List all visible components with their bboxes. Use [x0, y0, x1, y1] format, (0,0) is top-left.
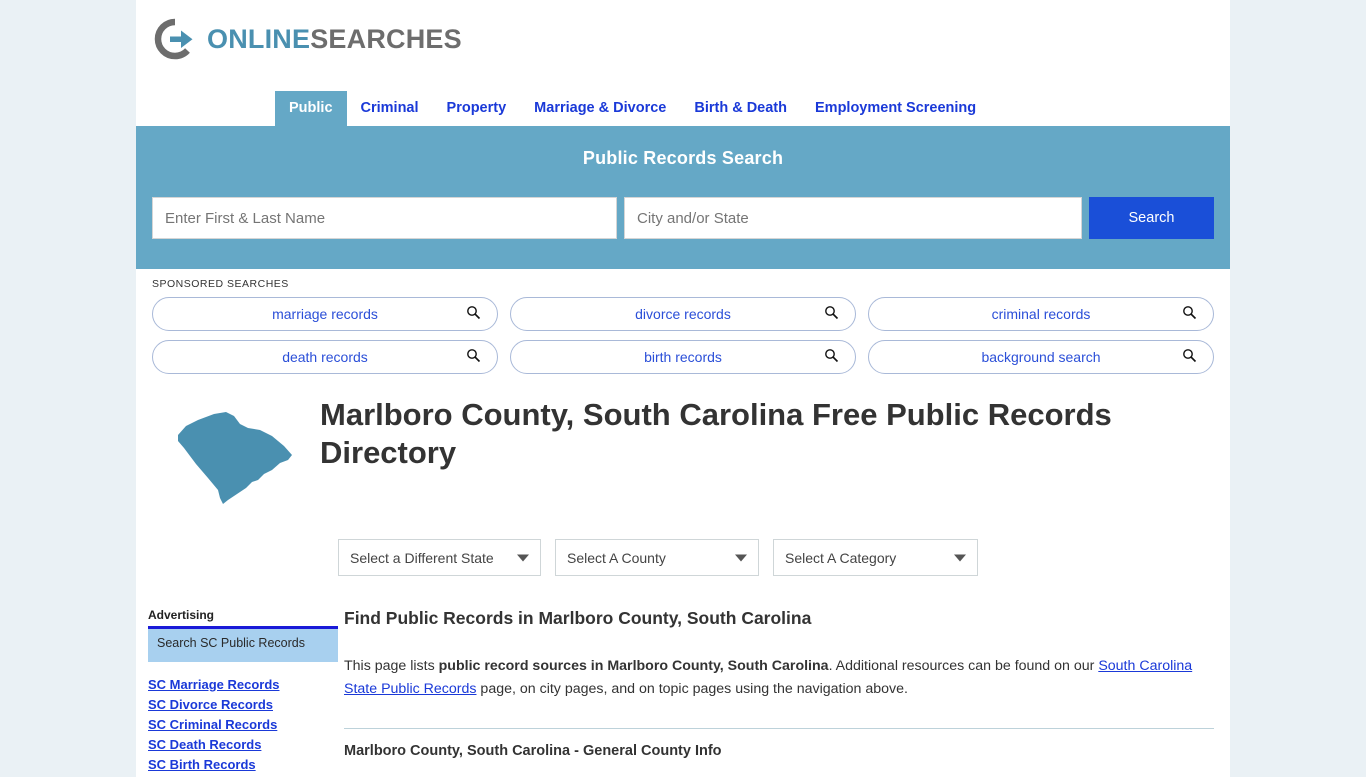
sponsored-searches-section: SPONSORED SEARCHES marriage records divo… — [136, 269, 1230, 380]
sponsored-pill-label: background search — [981, 349, 1101, 365]
intro-paragraph: This page lists public record sources in… — [344, 655, 1214, 700]
filter-controls: Select a Different State Select A County… — [136, 513, 1230, 576]
sponsored-pill-criminal-records[interactable]: criminal records — [868, 297, 1214, 331]
tab-property[interactable]: Property — [433, 91, 521, 127]
state-select[interactable]: Select a Different State — [338, 539, 541, 576]
sidebar-link-sc-birth-records[interactable]: SC Birth Records — [148, 757, 338, 772]
search-icon — [466, 305, 481, 323]
tab-marriage-divorce[interactable]: Marriage & Divorce — [520, 91, 680, 127]
county-select[interactable]: Select A County — [555, 539, 759, 576]
south-carolina-map-icon — [168, 396, 298, 513]
sidebar-links: SC Marriage Records SC Divorce Records S… — [148, 677, 338, 772]
page-title: Marlboro County, South Carolina Free Pub… — [320, 397, 1112, 470]
county-select-label: Select A County — [567, 549, 666, 566]
sidebar-link-sc-death-records[interactable]: SC Death Records — [148, 737, 338, 752]
chevron-down-icon — [954, 554, 966, 561]
name-search-input[interactable] — [152, 197, 617, 239]
sidebar-link-sc-criminal-records[interactable]: SC Criminal Records — [148, 717, 338, 732]
general-county-info-heading: Marlboro County, South Carolina - Genera… — [344, 743, 722, 760]
chevron-down-icon — [735, 554, 747, 561]
content-divider — [344, 728, 1214, 730]
sponsored-searches-grid: marriage records divorce records crimina… — [152, 297, 1214, 374]
logo-wordmark: ONLINESEARCHES — [207, 23, 462, 54]
chevron-down-icon — [517, 554, 529, 561]
search-icon — [1182, 348, 1197, 366]
state-select-label: Select a Different State — [350, 549, 494, 566]
section-heading: Find Public Records in Marlboro County, … — [344, 608, 812, 628]
sponsored-pill-label: marriage records — [272, 306, 378, 322]
sponsored-pill-death-records[interactable]: death records — [152, 340, 498, 374]
sponsored-pill-divorce-records[interactable]: divorce records — [510, 297, 856, 331]
sponsored-pill-label: birth records — [644, 349, 722, 365]
sponsored-pill-marriage-records[interactable]: marriage records — [152, 297, 498, 331]
paragraph-bold-phrase: public record sources in Marlboro County… — [438, 658, 829, 674]
page-container: ONLINESEARCHES Public Criminal Property … — [136, 0, 1230, 777]
tab-criminal[interactable]: Criminal — [347, 91, 433, 127]
paragraph-text-1: This page lists — [344, 658, 439, 674]
sponsored-pill-label: death records — [282, 349, 368, 365]
category-select[interactable]: Select A Category — [773, 539, 978, 576]
sidebar: Advertising Search SC Public Records SC … — [136, 608, 338, 777]
sponsored-pill-label: criminal records — [991, 306, 1091, 322]
tab-public[interactable]: Public — [275, 90, 347, 126]
sponsored-pill-background-search[interactable]: background search — [868, 340, 1214, 374]
paragraph-text-2: . Additional resources can be found on o… — [828, 658, 1099, 674]
sidebar-link-sc-marriage-records[interactable]: SC Marriage Records — [148, 677, 338, 692]
tab-employment-screening[interactable]: Employment Screening — [801, 91, 990, 127]
category-select-label: Select A Category — [785, 549, 897, 566]
advertising-label: Advertising — [148, 608, 215, 622]
site-logo[interactable]: ONLINESEARCHES — [152, 16, 462, 62]
search-icon — [824, 305, 839, 323]
search-form: Search — [152, 197, 1214, 239]
main-content: Find Public Records in Marlboro County, … — [338, 608, 1214, 777]
sponsored-pill-label: divorce records — [635, 306, 731, 322]
main-navigation: Public Criminal Property Marriage & Divo… — [136, 80, 1230, 126]
search-icon — [1182, 305, 1197, 323]
search-icon — [824, 348, 839, 366]
public-records-search-banner: Public Records Search Search — [136, 126, 1230, 269]
search-banner-title: Public Records Search — [582, 148, 784, 168]
location-search-input[interactable] — [624, 197, 1082, 239]
page-hero: Marlboro County, South Carolina Free Pub… — [136, 380, 1230, 513]
sidebar-ad-box[interactable]: Search SC Public Records — [148, 626, 338, 662]
content-columns: Advertising Search SC Public Records SC … — [136, 576, 1230, 777]
logo-word-online: ONLINE — [207, 23, 311, 54]
sponsored-pill-birth-records[interactable]: birth records — [510, 340, 856, 374]
logo-word-searches: SEARCHES — [310, 23, 462, 54]
search-button[interactable]: Search — [1089, 197, 1214, 239]
tab-birth-death[interactable]: Birth & Death — [680, 91, 801, 127]
sponsored-searches-label: SPONSORED SEARCHES — [152, 278, 289, 290]
online-searches-logo-icon — [152, 16, 198, 62]
paragraph-text-3: page, on city pages, and on topic pages … — [476, 680, 908, 697]
search-icon — [466, 348, 481, 366]
site-header: ONLINESEARCHES — [136, 0, 1230, 80]
sidebar-link-sc-divorce-records[interactable]: SC Divorce Records — [148, 697, 338, 712]
